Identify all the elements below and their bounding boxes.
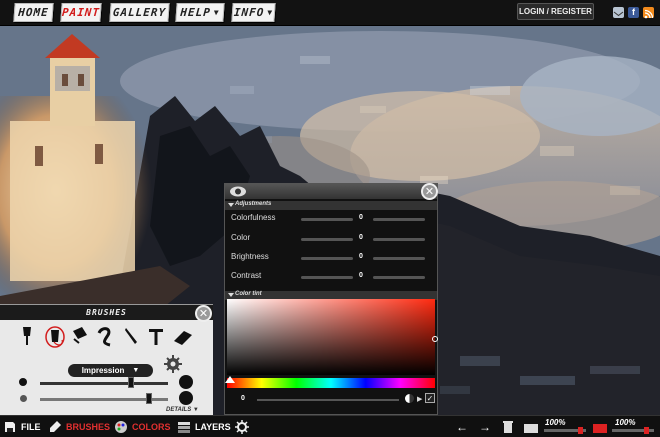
palette-icon	[114, 420, 128, 434]
brush-zoom-slider[interactable]	[612, 427, 654, 434]
chevron-down-icon: ▼	[267, 8, 274, 17]
adjustments-panel: ✕ Adjustments Colorfulness 0 Color 0 Bri…	[224, 183, 438, 415]
brush-size-slider[interactable]	[40, 382, 168, 385]
opacity-low-icon	[20, 395, 27, 402]
paintbrush-icon[interactable]	[18, 325, 36, 347]
curve-icon[interactable]	[96, 325, 114, 347]
close-icon: ✕	[198, 307, 209, 320]
checkbox-icon[interactable]: ✓	[425, 393, 435, 403]
undo-button[interactable]: ←	[456, 416, 468, 437]
mail-icon[interactable]	[613, 7, 624, 18]
login-register-button[interactable]: LOGIN / REGISTER	[517, 3, 594, 20]
adjust-row-brightness: Brightness 0	[231, 252, 431, 264]
color-slider-left[interactable]	[301, 238, 353, 241]
brush-size-thumb[interactable]	[128, 377, 134, 388]
details-toggle[interactable]: DETAILS ▼	[166, 407, 199, 413]
eraser-icon[interactable]	[172, 325, 192, 347]
color-slider-right[interactable]	[373, 238, 425, 241]
arrow-left-icon: ←	[456, 420, 468, 434]
brush-settings-icon[interactable]	[163, 354, 183, 379]
adjust-row-contrast: Contrast 0	[231, 271, 431, 283]
brush-opacity-thumb[interactable]	[146, 393, 152, 404]
brush-type-select[interactable]: Impression ▼	[68, 364, 153, 377]
rss-icon[interactable]	[643, 7, 654, 19]
brightness-slider-left[interactable]	[301, 257, 353, 260]
colors-tab[interactable]: COLORS	[114, 416, 171, 437]
color-tint-picker[interactable]	[227, 299, 438, 375]
nav-info[interactable]: INFO ▼	[231, 3, 276, 22]
contrast-slider-right[interactable]	[373, 276, 425, 279]
adjust-row-color: Color 0	[231, 233, 431, 245]
settings-button[interactable]	[235, 416, 253, 437]
layers-tab[interactable]: LAYERS	[177, 416, 231, 437]
hue-slider-handle[interactable]	[225, 376, 235, 383]
paintbrush-icon	[48, 420, 62, 434]
file-button[interactable]: FILE	[3, 416, 41, 437]
brush-size-small-icon	[19, 378, 27, 386]
clear-button[interactable]	[502, 416, 520, 437]
color-picker-handle[interactable]	[432, 336, 438, 342]
nav-home[interactable]: HOME	[13, 3, 54, 22]
text-icon[interactable]	[147, 325, 165, 347]
blob-brush-icon[interactable]	[44, 325, 65, 348]
opacity-high-icon	[179, 391, 193, 405]
brush-zoom-icon	[593, 424, 607, 433]
save-icon	[3, 420, 17, 434]
arrow-right-icon[interactable]: ▶	[417, 395, 422, 403]
bottom-toolbar: FILE BRUSHES COLORS LAYERS ← → 100% 100%	[0, 415, 660, 437]
adjustments-section-header[interactable]: Adjustments	[225, 201, 437, 210]
chevron-down-icon: ▼	[132, 367, 140, 374]
tint-strength-row: 0 ▶ ✓	[241, 393, 435, 403]
brush-size-large-icon	[179, 375, 193, 389]
nav-help[interactable]: HELP ▼	[175, 3, 225, 22]
hue-slider[interactable]	[225, 376, 435, 388]
brushes-tab[interactable]: BRUSHES	[48, 416, 110, 437]
chevron-down-icon: ▼	[213, 8, 220, 17]
adjust-titlebar[interactable]	[225, 184, 437, 199]
pen-icon[interactable]	[122, 325, 140, 347]
facebook-icon[interactable]: f	[628, 7, 639, 18]
tint-strength-slider[interactable]	[257, 399, 399, 401]
close-brushes-button[interactable]: ✕	[195, 305, 212, 322]
nav-gallery[interactable]: GALLERY	[109, 3, 170, 22]
canvas-zoom-icon	[524, 424, 538, 433]
trash-icon	[502, 420, 516, 434]
close-adjust-button[interactable]: ✕	[421, 183, 438, 200]
adjust-row-colorfulness: Colorfulness 0	[231, 213, 431, 225]
arrow-right-icon: →	[479, 420, 491, 434]
colorfulness-slider-left[interactable]	[301, 218, 353, 221]
canvas-zoom-slider[interactable]	[544, 427, 586, 434]
brushes-panel: BRUSHES ✕ Impression ▼ DETAILS ▼	[0, 304, 213, 415]
brushes-panel-header[interactable]: BRUSHES	[0, 305, 213, 320]
colorfulness-slider-right[interactable]	[373, 218, 425, 221]
top-nav-bar: HOME PAINT GALLERY HELP ▼ INFO ▼ LOGIN / R…	[0, 0, 660, 26]
brightness-slider-right[interactable]	[373, 257, 425, 260]
nav-paint[interactable]: PAINT	[60, 3, 102, 22]
redo-button[interactable]: →	[479, 416, 491, 437]
smudge-icon[interactable]	[70, 325, 88, 347]
contrast-toggle-icon[interactable]	[405, 394, 414, 403]
contrast-slider-left[interactable]	[301, 276, 353, 279]
layers-icon	[177, 420, 191, 434]
gear-icon	[235, 420, 249, 434]
close-icon: ✕	[424, 185, 435, 198]
